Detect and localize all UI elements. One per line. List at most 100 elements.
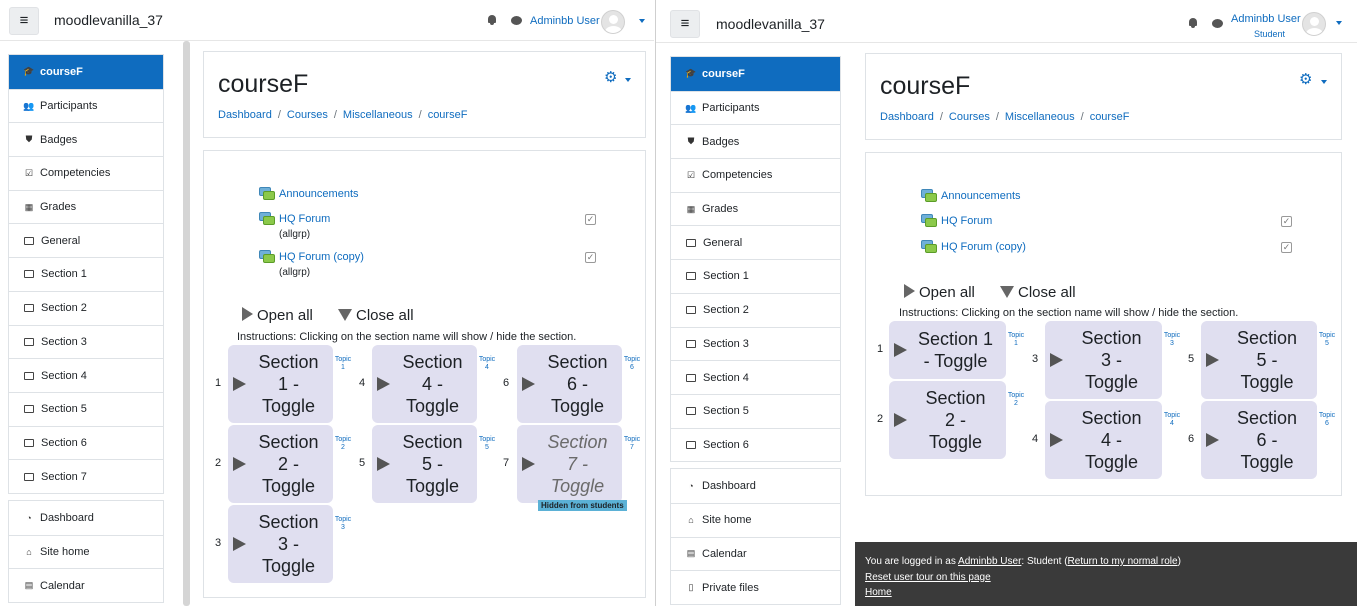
nav-item-section-6[interactable]: Section 6 (9, 425, 163, 460)
menu-toggle-button[interactable]: ≡ (670, 10, 700, 38)
nav-item-grades[interactable]: ▦ Grades (9, 189, 163, 224)
nav-item-grades[interactable]: ▦ Grades (671, 191, 840, 226)
activity-link[interactable]: HQ Forum (941, 215, 992, 227)
nav-item-section-3[interactable]: Section 3 (9, 324, 163, 359)
chevron-down-icon[interactable] (1336, 21, 1342, 25)
chevron-down-icon[interactable] (1321, 80, 1327, 84)
bell-icon[interactable] (487, 15, 497, 25)
nav-item-participants[interactable]: 👥 Participants (671, 90, 840, 125)
messages-icon[interactable] (511, 16, 522, 25)
breadcrumb-dashboard[interactable]: Dashboard (218, 109, 272, 121)
topic-link[interactable]: Topic 1 (1005, 332, 1027, 348)
home-link[interactable]: Home (865, 587, 892, 598)
section-toggle-tile[interactable]: Section 5 - Toggle (372, 425, 477, 503)
messages-icon[interactable] (1212, 19, 1223, 28)
section-toggle-tile[interactable]: Section 3 - Toggle (228, 505, 333, 583)
section-toggle-tile[interactable]: Section 4 - Toggle (372, 345, 477, 423)
nav-item-competencies[interactable]: ☑ Competencies (671, 158, 840, 192)
gear-icon[interactable]: ⚙ (604, 68, 617, 86)
completion-checkbox[interactable]: ✓ (1281, 242, 1292, 253)
nav-item-dashboard[interactable]: ◔ Dashboard (671, 469, 840, 503)
close-all-button[interactable]: Close all (338, 307, 414, 324)
section-toggle-tile[interactable]: Section 1 - Toggle (228, 345, 333, 423)
topic-link[interactable]: Topic 2 (1005, 392, 1027, 408)
nav-item-dashboard[interactable]: ◔ Dashboard (9, 501, 163, 535)
section-toggle-tile[interactable]: Section 2 - Toggle (228, 425, 333, 503)
section-toggle-tile[interactable]: Section 7 - Toggle (517, 425, 622, 503)
breadcrumb-dashboard[interactable]: Dashboard (880, 111, 934, 123)
topic-link[interactable]: Topic 3 (1161, 332, 1183, 348)
section-toggle-tile[interactable]: Section 4 - Toggle (1045, 401, 1162, 479)
section-toggle-tile[interactable]: Section 6 - Toggle (1201, 401, 1317, 479)
nav-item-section-4[interactable]: Section 4 (9, 358, 163, 392)
topic-link[interactable]: Topic 6 (621, 356, 643, 372)
topic-link[interactable]: Topic 4 (1161, 412, 1183, 428)
topic-link[interactable]: Topic 2 (332, 436, 354, 452)
topic-link[interactable]: Topic 3 (332, 516, 354, 532)
nav-item-general[interactable]: General (671, 225, 840, 259)
chevron-down-icon[interactable] (639, 19, 645, 23)
section-toggle-tile[interactable]: Section 2 - Toggle (889, 381, 1006, 459)
activity-link[interactable]: HQ Forum (copy) (279, 251, 364, 263)
nav-item-participants[interactable]: 👥 Participants (9, 88, 163, 123)
open-all-button[interactable]: Open all (904, 284, 975, 301)
activity-link[interactable]: HQ Forum (279, 213, 330, 225)
nav-item-competencies[interactable]: ☑ Competencies (9, 156, 163, 190)
section-toggle-tile[interactable]: Section 6 - Toggle (517, 345, 622, 423)
nav-item-section-2[interactable]: Section 2 (9, 290, 163, 325)
activity-link[interactable]: Announcements (941, 190, 1021, 202)
bell-icon[interactable] (1188, 18, 1198, 28)
topic-link[interactable]: Topic 7 (621, 436, 643, 452)
breadcrumb-course[interactable]: courseF (1090, 111, 1130, 123)
chevron-down-icon[interactable] (625, 78, 631, 82)
avatar[interactable] (1302, 12, 1326, 36)
completion-checkbox[interactable]: ✓ (585, 252, 596, 263)
user-profile-link[interactable]: Adminbb User (958, 556, 1021, 567)
nav-item-section-7[interactable]: Section 7 (9, 459, 163, 493)
breadcrumb-miscellaneous[interactable]: Miscellaneous (343, 109, 413, 121)
activity-link[interactable]: Announcements (279, 188, 359, 200)
breadcrumb-courses[interactable]: Courses (949, 111, 990, 123)
activity-link[interactable]: HQ Forum (copy) (941, 241, 1026, 253)
completion-checkbox[interactable]: ✓ (1281, 216, 1292, 227)
nav-item-section-6[interactable]: Section 6 (671, 427, 840, 462)
topic-link[interactable]: Topic 1 (332, 356, 354, 372)
nav-item-section-5[interactable]: Section 5 (671, 393, 840, 428)
nav-item-section-4[interactable]: Section 4 (671, 360, 840, 394)
gear-icon[interactable]: ⚙ (1299, 70, 1312, 88)
nav-item-calendar[interactable]: ▤ Calendar (671, 536, 840, 571)
open-all-button[interactable]: Open all (242, 307, 313, 324)
topic-link[interactable]: Topic 6 (1316, 412, 1338, 428)
drawer-scrollbar[interactable] (183, 41, 190, 606)
user-menu-name[interactable]: Adminbb User (1231, 13, 1301, 25)
breadcrumb-course[interactable]: courseF (428, 109, 468, 121)
nav-item-section-1[interactable]: Section 1 (9, 257, 163, 291)
breadcrumb-courses[interactable]: Courses (287, 109, 328, 121)
close-all-button[interactable]: Close all (1000, 284, 1076, 301)
topic-link[interactable]: Topic 5 (1316, 332, 1338, 348)
section-toggle-tile[interactable]: Section 1- Toggle (889, 321, 1006, 379)
nav-item-calendar[interactable]: ▤ Calendar (9, 568, 163, 602)
section-toggle-tile[interactable]: Section 3 - Toggle (1045, 321, 1162, 399)
completion-checkbox[interactable]: ✓ (585, 214, 596, 225)
nav-item-site-home[interactable]: ⌂ Site home (671, 502, 840, 537)
site-name-link[interactable]: moodlevanilla_37 (54, 12, 163, 28)
menu-toggle-button[interactable]: ≡ (9, 7, 39, 35)
nav-item-section-3[interactable]: Section 3 (671, 326, 840, 361)
reset-tour-link[interactable]: Reset user tour on this page (865, 572, 991, 583)
breadcrumb-miscellaneous[interactable]: Miscellaneous (1005, 111, 1075, 123)
nav-item-badges[interactable]: ⛊ Badges (671, 124, 840, 158)
nav-item-site-home[interactable]: ⌂ Site home (9, 534, 163, 569)
topic-link[interactable]: Topic 4 (476, 356, 498, 372)
user-menu-name[interactable]: Adminbb User (530, 15, 600, 27)
section-toggle-tile[interactable]: Section 5 - Toggle (1201, 321, 1317, 399)
nav-item-general[interactable]: General (9, 223, 163, 257)
nav-item-coursef[interactable]: 🎓 courseF (9, 55, 163, 89)
nav-item-coursef[interactable]: 🎓 courseF (671, 57, 840, 91)
nav-item-section-1[interactable]: Section 1 (671, 259, 840, 293)
nav-item-badges[interactable]: ⛊ Badges (9, 122, 163, 156)
nav-item-private-files[interactable]: ▯ Private files (671, 570, 840, 604)
return-to-role-link[interactable]: Return to my normal role (1068, 556, 1178, 567)
avatar[interactable] (601, 10, 625, 34)
nav-item-section-5[interactable]: Section 5 (9, 391, 163, 426)
